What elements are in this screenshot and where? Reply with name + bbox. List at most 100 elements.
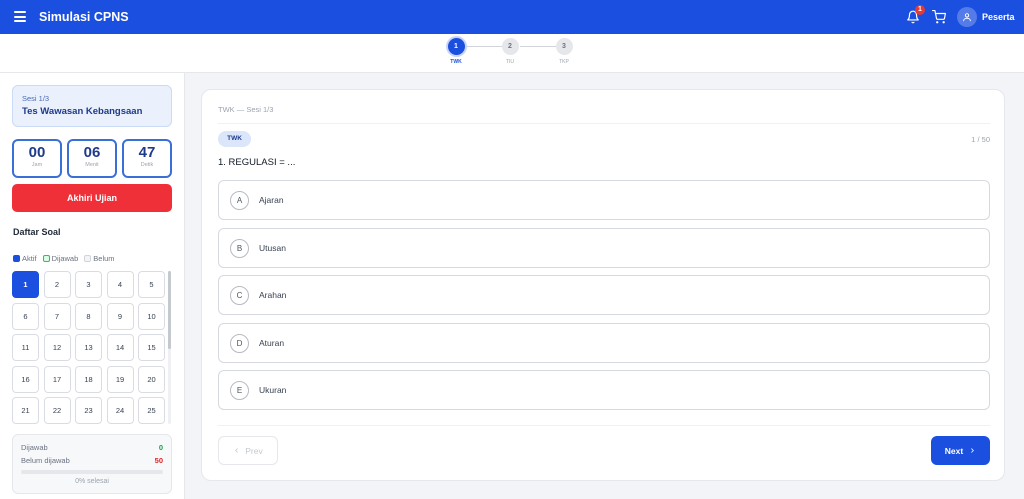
option-letter: A — [230, 190, 249, 210]
question-number-button[interactable]: 2 — [43, 271, 71, 298]
legend-swatch — [13, 255, 20, 262]
option-text: Aturan — [259, 338, 285, 348]
question-list-title: Daftar Soal — [13, 227, 61, 237]
question-number-button[interactable]: 24 — [106, 397, 134, 424]
legend: Aktif Dijawab Belum — [13, 254, 121, 263]
question-grid-scrollbar[interactable] — [168, 271, 171, 424]
chevron-left-icon — [233, 446, 240, 456]
question-number-button[interactable]: 13 — [75, 334, 102, 361]
option-letter: E — [230, 380, 249, 400]
timer-minutes: 06 Menit — [67, 139, 117, 178]
legend-unanswered: Belum — [84, 254, 115, 263]
step-label: TIU — [505, 59, 515, 65]
question-number-button[interactable]: 7 — [43, 302, 71, 330]
timer-label: Jam — [31, 162, 43, 168]
question-number-button[interactable]: 6 — [12, 302, 39, 330]
prev-button[interactable]: Prev — [218, 436, 278, 465]
option-text: Utusan — [259, 243, 286, 253]
breadcrumb: TWK — Sesi 1/3 — [218, 105, 274, 114]
next-button[interactable]: Next — [931, 436, 990, 465]
unanswered-label: Belum dijawab — [21, 456, 70, 465]
option-text: Ajaran — [259, 195, 284, 205]
sidebar: Sesi 1/3 Tes Wawasan Kebangsaan 00 Jam 0… — [0, 73, 185, 499]
question-number-button[interactable]: 3 — [75, 271, 102, 298]
scrollbar-thumb[interactable] — [168, 271, 171, 349]
option-b[interactable]: B Utusan — [218, 228, 990, 268]
question-number-button[interactable]: 1 — [12, 271, 39, 298]
question-number-button[interactable]: 18 — [75, 365, 102, 393]
session-label: Sesi 1/3 — [22, 94, 50, 103]
answered-count: 0 — [158, 443, 163, 452]
step-tiu[interactable]: 2 TIU — [495, 38, 525, 65]
question-number-button[interactable]: 14 — [106, 334, 134, 361]
legend-active: Aktif — [13, 254, 37, 263]
question-number-button[interactable]: 5 — [138, 271, 165, 298]
timer-value: 06 — [83, 144, 101, 161]
question-text: 1. REGULASI = ... — [218, 157, 296, 168]
step-number: 2 — [501, 38, 519, 55]
option-letter: B — [230, 238, 249, 258]
legend-label: Belum — [93, 254, 115, 263]
option-a[interactable]: A Ajaran — [218, 180, 990, 220]
option-c[interactable]: C Arahan — [218, 275, 990, 315]
legend-label: Dijawab — [51, 254, 79, 263]
option-d[interactable]: D Aturan — [218, 323, 990, 363]
question-number-button[interactable]: 11 — [12, 334, 39, 361]
progress-text: 0% selesai — [75, 478, 109, 485]
question-number-button[interactable]: 15 — [138, 334, 165, 361]
timer-value: 47 — [138, 144, 156, 161]
legend-label: Aktif — [22, 254, 37, 263]
prev-label: Prev — [245, 445, 263, 456]
next-label: Next — [944, 445, 964, 456]
session-stepper: 1 TWK 2 TIU 3 TKP — [0, 34, 1024, 73]
step-label: TKP — [559, 59, 569, 65]
option-letter: C — [230, 285, 249, 305]
question-number-button[interactable]: 12 — [43, 334, 71, 361]
timer-value: 00 — [28, 144, 46, 161]
notification-badge: 1 — [915, 5, 925, 15]
question-number-button[interactable]: 8 — [75, 302, 102, 330]
divider — [218, 425, 990, 426]
question-number-button[interactable]: 17 — [43, 365, 71, 393]
step-label: TWK — [450, 59, 462, 65]
step-tkp[interactable]: 3 TKP — [549, 38, 579, 65]
question-number-button[interactable]: 23 — [75, 397, 102, 424]
question-number-button[interactable]: 4 — [106, 271, 134, 298]
unanswered-count: 50 — [154, 456, 163, 465]
top-bar: Simulasi CPNS 1 Peserta — [0, 0, 1024, 34]
question-number-button[interactable]: 16 — [12, 365, 39, 393]
cart-icon[interactable] — [932, 10, 946, 24]
question-number-button[interactable]: 21 — [12, 397, 39, 424]
category-tag: TWK — [218, 131, 251, 147]
question-number-button[interactable]: 22 — [43, 397, 71, 424]
user-name: Peserta — [982, 12, 1015, 22]
question-number-button[interactable]: 9 — [106, 302, 134, 330]
end-exam-button[interactable]: Akhiri Ujian — [12, 184, 172, 212]
unanswered-row: Belum dijawab 50 — [21, 454, 163, 467]
step-number: 1 — [447, 38, 465, 55]
question-number-button[interactable]: 25 — [138, 397, 165, 424]
timer-hours: 00 Jam — [12, 139, 62, 178]
timer-label: Menit — [85, 162, 99, 168]
question-counter: 1 / 50 — [971, 135, 990, 144]
legend-answered: Dijawab — [42, 254, 79, 263]
legend-swatch — [84, 255, 92, 262]
question-number-button[interactable]: 20 — [138, 365, 165, 393]
option-text: Ukuran — [259, 385, 287, 395]
step-number: 3 — [555, 38, 573, 55]
timer-label: Detik — [140, 162, 154, 168]
step-twk[interactable]: 1 TWK — [441, 38, 471, 65]
user-icon — [957, 7, 977, 27]
question-grid: 1 2 3 4 5 6 7 8 9 10 11 12 13 14 15 16 17 18 19 20 21 22 23 24 2… — [12, 271, 168, 424]
hamburger-icon[interactable] — [14, 11, 26, 22]
user-menu[interactable]: Peserta — [957, 6, 1015, 28]
question-number-button[interactable]: 19 — [106, 365, 134, 393]
question-number-button[interactable]: 10 — [138, 302, 165, 330]
answered-label: Dijawab — [21, 443, 48, 452]
answered-row: Dijawab 0 — [21, 441, 163, 454]
session-card: Sesi 1/3 Tes Wawasan Kebangsaan — [12, 85, 172, 127]
chevron-right-icon — [969, 446, 976, 456]
session-name: Tes Wawasan Kebangsaan — [22, 106, 143, 117]
option-e[interactable]: E Ukuran — [218, 370, 990, 410]
legend-swatch — [42, 255, 50, 262]
